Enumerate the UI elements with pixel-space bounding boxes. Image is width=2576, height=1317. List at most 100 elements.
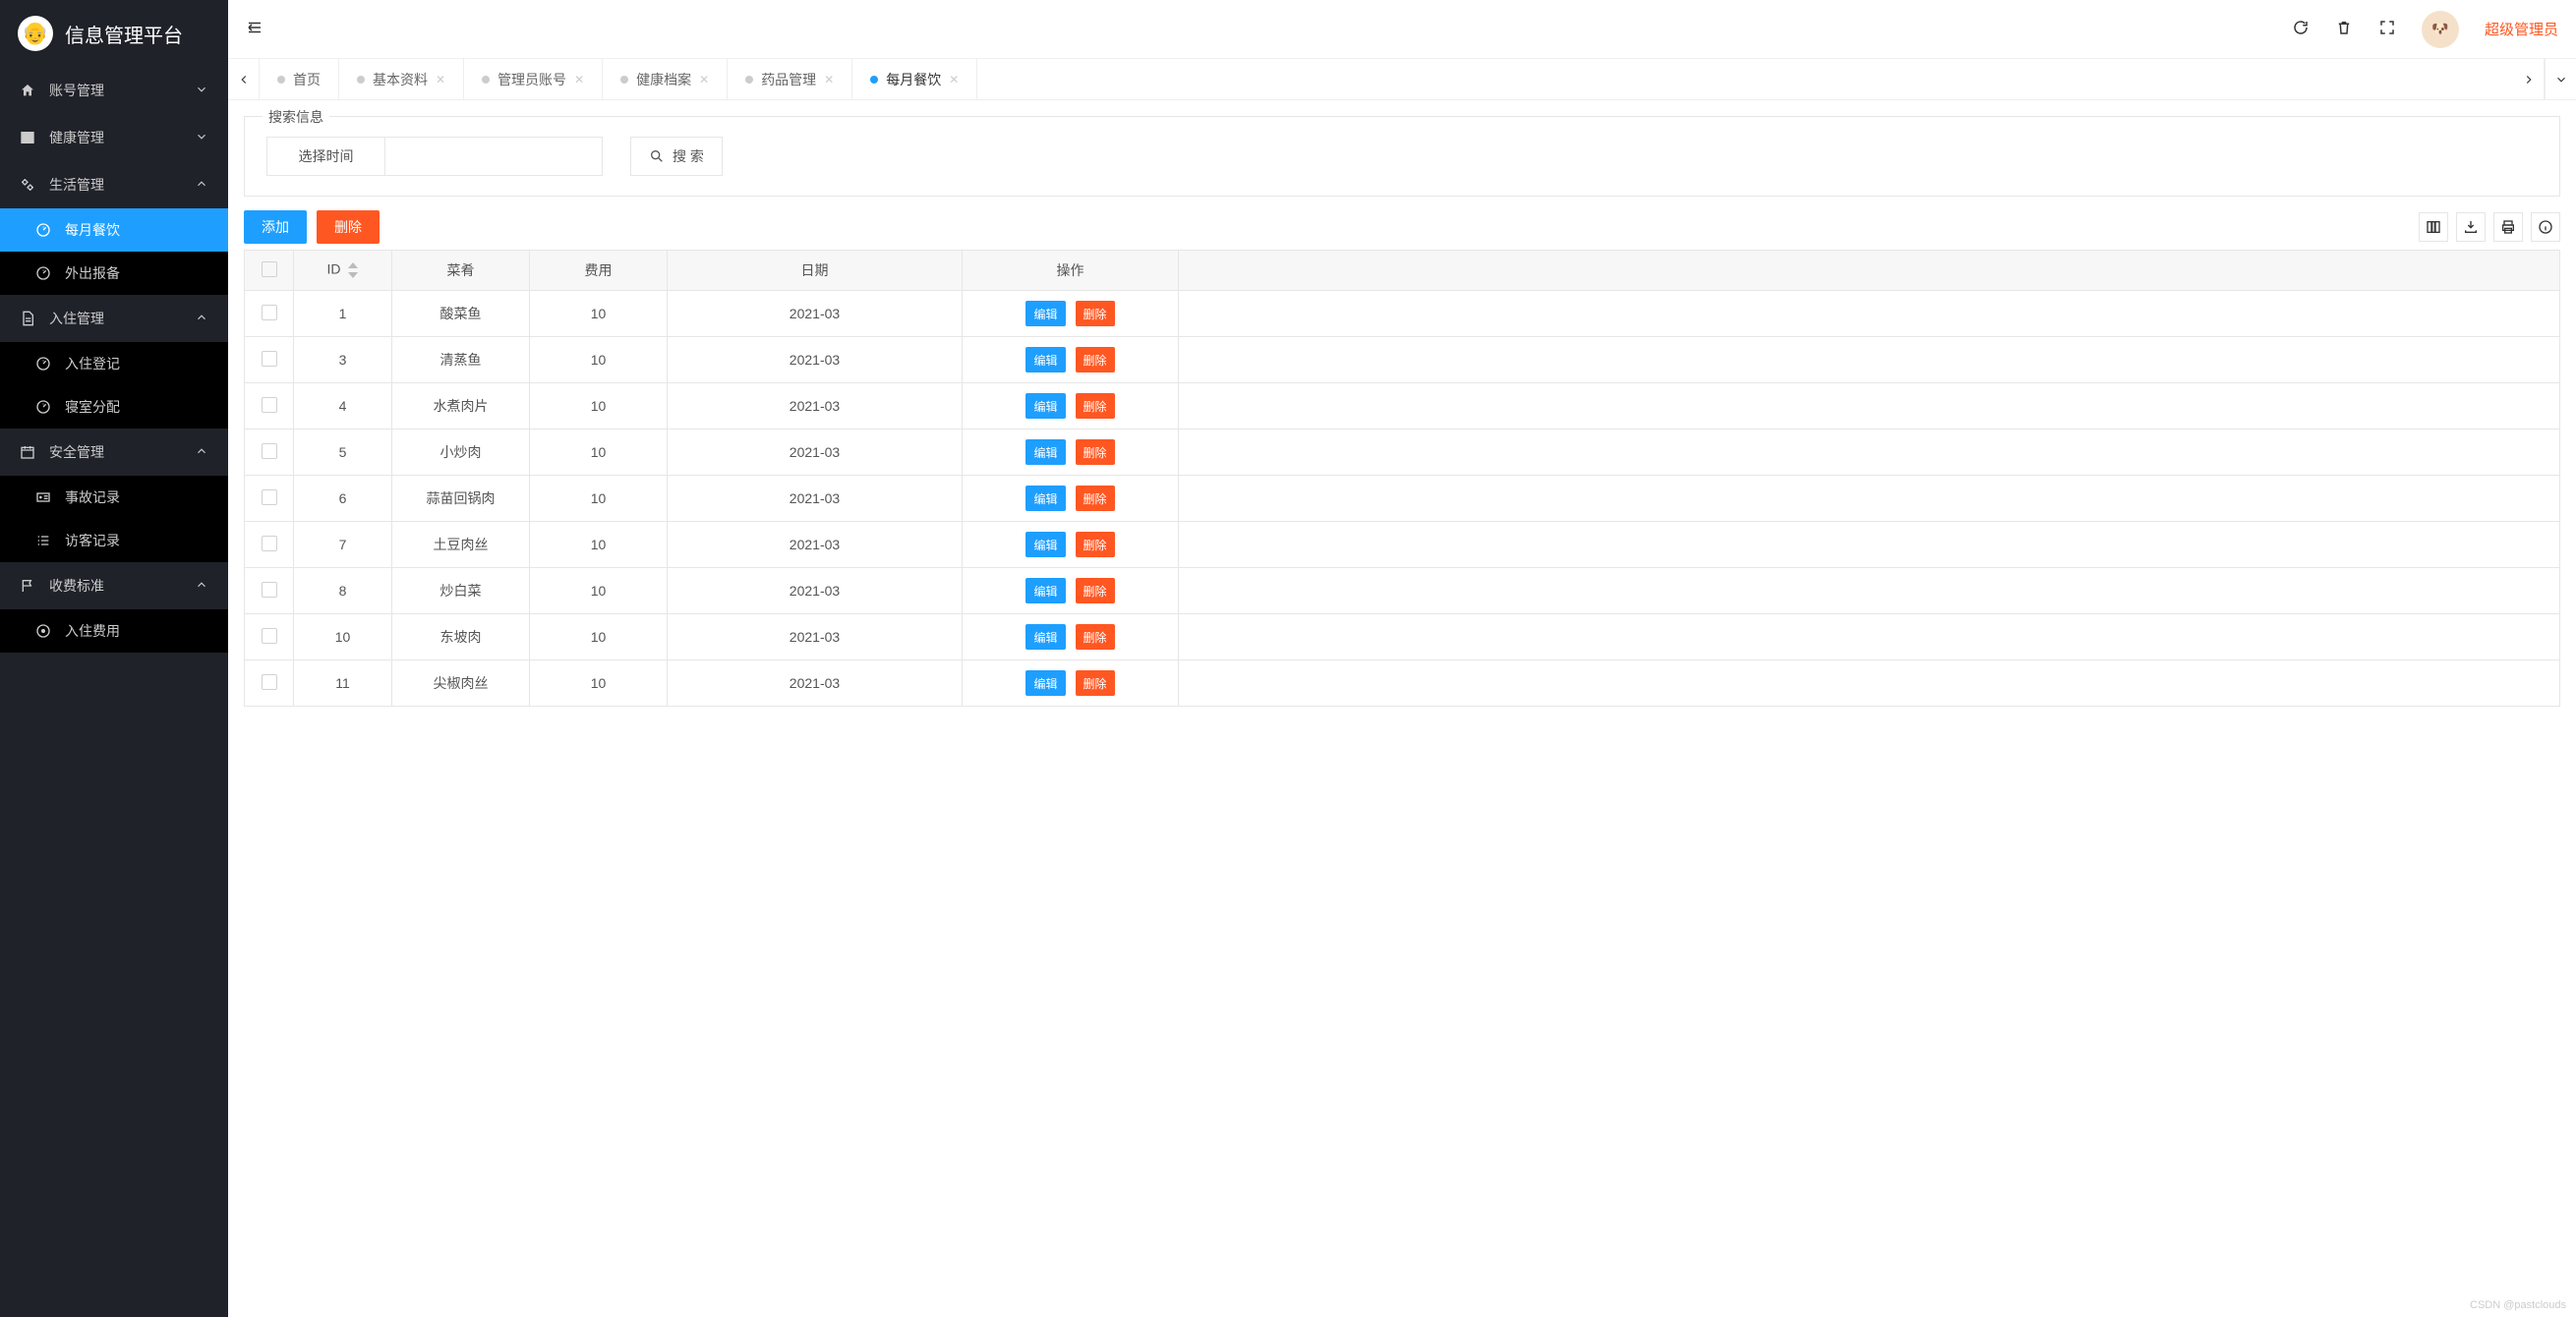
row-delete-button[interactable]: 删除 <box>1076 578 1115 603</box>
tab[interactable]: 首页 <box>260 59 339 99</box>
tabs-scroll-left[interactable] <box>228 59 260 99</box>
trash-icon[interactable] <box>2335 19 2353 39</box>
row-delete-button[interactable]: 删除 <box>1076 301 1115 326</box>
tab[interactable]: 药品管理 ✕ <box>728 59 852 99</box>
sidebar-group-header[interactable]: 账号管理 <box>0 67 228 114</box>
sidebar-group-header[interactable]: 入住管理 <box>0 295 228 342</box>
watermark: CSDN @pastclouds <box>2470 1299 2566 1311</box>
cell-id: 8 <box>294 568 392 614</box>
row-checkbox[interactable] <box>262 305 277 320</box>
tab[interactable]: 管理员账号 ✕ <box>464 59 603 99</box>
tab[interactable]: 健康档案✕ <box>603 59 728 99</box>
table-row: 8 炒白菜 10 2021-03 编辑 删除 <box>245 568 2560 614</box>
table-row: 3 清蒸鱼 10 2021-03 编辑 删除 <box>245 337 2560 383</box>
row-delete-button[interactable]: 删除 <box>1076 624 1115 650</box>
row-edit-button[interactable]: 编辑 <box>1025 393 1065 419</box>
export-tool-icon[interactable] <box>2456 212 2486 242</box>
info-tool-icon[interactable] <box>2531 212 2560 242</box>
fullscreen-icon[interactable] <box>2378 19 2396 39</box>
tab-close-icon[interactable]: ✕ <box>574 73 584 86</box>
row-delete-button[interactable]: 删除 <box>1076 670 1115 696</box>
sidebar-group-header[interactable]: 安全管理 <box>0 429 228 476</box>
row-checkbox[interactable] <box>262 628 277 644</box>
refresh-icon[interactable] <box>2292 19 2310 39</box>
col-actions: 操作 <box>963 251 1179 291</box>
sidebar-item-label: 事故记录 <box>65 487 120 507</box>
row-checkbox[interactable] <box>262 443 277 459</box>
gears-icon <box>20 177 35 193</box>
tab-close-icon[interactable]: ✕ <box>436 73 445 86</box>
row-delete-button[interactable]: 删除 <box>1076 393 1115 419</box>
row-delete-button[interactable]: 删除 <box>1076 532 1115 557</box>
row-delete-button[interactable]: 删除 <box>1076 347 1115 372</box>
row-edit-button[interactable]: 编辑 <box>1025 578 1065 603</box>
cell-dish: 蒜苗回锅肉 <box>392 476 530 522</box>
select-all-checkbox[interactable] <box>262 261 277 277</box>
row-checkbox[interactable] <box>262 351 277 367</box>
sidebar-item[interactable]: 访客记录 <box>0 519 228 562</box>
delete-button[interactable]: 删除 <box>317 210 380 244</box>
columns-tool-icon[interactable] <box>2419 212 2448 242</box>
date-input[interactable] <box>385 138 602 175</box>
sidebar-item[interactable]: 外出报备 <box>0 252 228 295</box>
col-id[interactable]: ID <box>294 251 392 291</box>
dashboard-icon <box>35 265 51 281</box>
sidebar-group-header[interactable]: 收费标准 <box>0 562 228 609</box>
sidebar-item[interactable]: 入住费用 <box>0 609 228 653</box>
action-row: 添加 删除 <box>244 210 2560 244</box>
sidebar-item-label: 每月餐饮 <box>65 220 120 240</box>
cell-dish: 炒白菜 <box>392 568 530 614</box>
sort-icon[interactable] <box>348 260 358 280</box>
cell-cost: 10 <box>530 568 668 614</box>
add-button[interactable]: 添加 <box>244 210 307 244</box>
row-checkbox[interactable] <box>262 536 277 551</box>
tab-label: 管理员账号 <box>498 70 566 89</box>
tabs-more[interactable] <box>2545 59 2576 99</box>
main: 🐶 超级管理员 首页基本资料✕管理员账号✕健康档案✕药品管理✕每月餐饮✕ 搜索信… <box>228 0 2576 1317</box>
sidebar-group-header[interactable]: 健康管理 <box>0 114 228 161</box>
row-edit-button[interactable]: 编辑 <box>1025 301 1065 326</box>
row-edit-button[interactable]: 编辑 <box>1025 347 1065 372</box>
tab-dot-icon <box>357 76 365 84</box>
menu-toggle-icon[interactable] <box>246 19 263 39</box>
cell-date: 2021-03 <box>668 522 963 568</box>
table-row: 4 水煮肉片 10 2021-03 编辑 删除 <box>245 383 2560 429</box>
dashboard-icon <box>35 399 51 415</box>
row-delete-button[interactable]: 删除 <box>1076 439 1115 465</box>
sidebar-group-header[interactable]: 生活管理 <box>0 161 228 208</box>
print-tool-icon[interactable] <box>2493 212 2523 242</box>
sidebar-item[interactable]: 事故记录 <box>0 476 228 519</box>
row-checkbox[interactable] <box>262 397 277 413</box>
tab-close-icon[interactable]: ✕ <box>699 73 709 86</box>
row-edit-button[interactable]: 编辑 <box>1025 624 1065 650</box>
avatar[interactable]: 🐶 <box>2422 11 2459 48</box>
cell-cost: 10 <box>530 291 668 337</box>
cell-id: 4 <box>294 383 392 429</box>
sidebar-item[interactable]: 入住登记 <box>0 342 228 385</box>
logo-icon: 👴 <box>18 16 53 51</box>
table-header-row: ID 菜肴 费用 日期 操作 <box>245 251 2560 291</box>
row-checkbox[interactable] <box>262 582 277 598</box>
search-button[interactable]: 搜 索 <box>630 137 723 176</box>
cell-dish: 清蒸鱼 <box>392 337 530 383</box>
row-edit-button[interactable]: 编辑 <box>1025 486 1065 511</box>
row-edit-button[interactable]: 编辑 <box>1025 670 1065 696</box>
tab[interactable]: 基本资料✕ <box>339 59 464 99</box>
tab-label: 每月餐饮 <box>886 70 941 89</box>
tab-label: 药品管理 <box>761 70 816 89</box>
tab[interactable]: 每月餐饮 ✕ <box>852 59 977 99</box>
tab-close-icon[interactable]: ✕ <box>824 73 834 86</box>
row-edit-button[interactable]: 编辑 <box>1025 532 1065 557</box>
row-edit-button[interactable]: 编辑 <box>1025 439 1065 465</box>
row-checkbox[interactable] <box>262 489 277 505</box>
row-delete-button[interactable]: 删除 <box>1076 486 1115 511</box>
table-row: 7 土豆肉丝 10 2021-03 编辑 删除 <box>245 522 2560 568</box>
row-checkbox[interactable] <box>262 674 277 690</box>
sidebar-item[interactable]: 寝室分配 <box>0 385 228 429</box>
tabs-scroll-right[interactable] <box>2513 59 2545 99</box>
username[interactable]: 超级管理员 <box>2485 19 2558 39</box>
tab-close-icon[interactable]: ✕ <box>949 73 959 86</box>
sidebar-item[interactable]: 每月餐饮 <box>0 208 228 252</box>
table-row: 6 蒜苗回锅肉 10 2021-03 编辑 删除 <box>245 476 2560 522</box>
home-icon <box>20 83 35 98</box>
